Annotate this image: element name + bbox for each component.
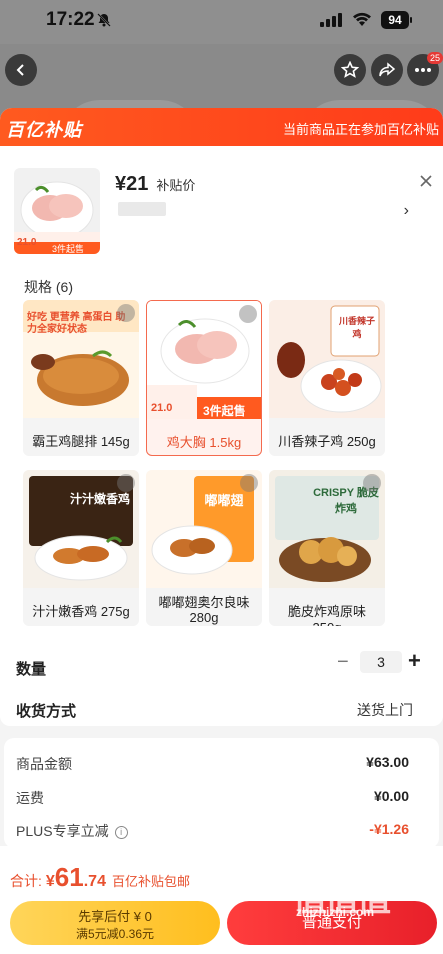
spec-option[interactable]: 好吃 更营养 高蛋白 助力全家好状态 霸王鸡腿排 145g [23,300,139,456]
pay-later-line2: 满5元减0.36元 [75,927,155,941]
spec-option[interactable]: CRISPY 脆皮炸鸡 脆皮炸鸡原味 250g [269,470,385,626]
thumb-badge-text: 3件起售 [52,244,85,254]
bell-muted-icon [97,13,111,27]
message-count-badge: 25 [427,52,443,64]
total-label: 合计: [10,873,42,889]
expand-icon[interactable] [240,474,258,492]
battery-indicator: 94 [381,11,409,29]
bill-row-plus-discount: PLUS专享立减 i -¥1.26 [16,821,429,843]
freight-value: ¥0.00 [373,788,409,804]
plus-discount-value: -¥1.26 [369,821,409,837]
spec-promo-text: 川香辣子鸡 [338,316,375,339]
close-icon[interactable] [419,174,433,188]
plus-discount-label: PLUS专享立减 [16,823,109,839]
product-options-card: 21.0 3件起售 ¥21 补贴价 › 规格 (6) 好吃 更营养 高蛋白 助力… [0,146,443,726]
goods-amount-value: ¥63.00 [366,754,409,770]
quantity-decrease-button[interactable]: − [337,651,349,674]
plus-discount-label-wrap: PLUS专享立减 i [16,821,128,841]
spec-promo-text: 汁汁嫩香鸡 [69,492,130,506]
spec-option[interactable]: 川香辣子鸡 川香辣子鸡 250g [269,300,385,456]
subsidy-note: 当前商品正在参加百亿补贴 [282,122,439,137]
subsidy-logo: 百亿补贴 [6,120,82,140]
spec-promo-text: 3件起售 [203,404,246,418]
shipping-method-value[interactable]: 送货上门 [357,700,413,720]
spec-price-badge: 21.0 [151,402,173,414]
status-bar: 17:22 94 [0,0,443,44]
shipping-method-label: 收货方式 [16,703,77,720]
cellular-signal-icon [320,13,342,27]
price-row: ¥21 补贴价 [115,173,195,196]
battery-tip [410,17,412,23]
star-icon [341,61,359,78]
subsidy-price: ¥21 [115,173,149,195]
favorite-button[interactable] [334,54,366,86]
purchase-sheet: 百亿补贴 当前商品正在参加百亿补贴 21.0 3件起售 ¥21 补贴价 › 规格… [0,108,443,954]
more-dots-icon [415,68,431,72]
spec-label: 脆皮炸鸡原味 250g [287,604,366,626]
spec-label: 鸡大胸 1.5kg [166,435,242,450]
spec-option-selected[interactable]: 21.0 3件起售 鸡大胸 1.5kg [146,300,262,456]
info-icon[interactable]: i [114,826,128,839]
goods-amount-label: 商品金额 [16,756,72,772]
quantity-input[interactable]: 3 [360,651,402,673]
status-time: 17:22 [46,9,95,30]
share-arrow-icon [379,62,396,77]
total-amount-decimal: .74 [83,873,106,890]
share-button[interactable] [371,54,403,86]
total-note: 百亿补贴包邮 [111,874,190,889]
chevron-right-icon[interactable]: › [404,202,409,220]
total-currency: ¥ [45,873,55,890]
total-amount-integer: 61 [54,862,84,892]
spec-label: 霸王鸡腿排 145g [32,434,130,449]
blurred-text-placeholder [118,202,166,216]
thumb-badge-price: 21.0 [17,237,37,248]
spec-option[interactable]: 嘟嘟翅 嘟嘟翅奥尔良味 280g [146,470,262,626]
expand-icon[interactable] [117,474,135,492]
bill-row-goods: 商品金额 ¥63.00 [16,754,429,776]
chevron-left-icon [16,64,24,76]
price-tag: 补贴价 [156,178,196,193]
quantity-label: 数量 [16,661,47,678]
pay-later-button[interactable]: 先享后付 ¥ 0 满5元减0.36元 [10,901,220,945]
product-nav-bar: 25 [0,44,443,150]
total-row: 合计: ¥ 61 .74 百亿补贴包邮 [10,862,190,893]
watermark-site: zhizhizhi.com [296,905,374,919]
quantity-increase-button[interactable]: + [408,648,421,674]
freight-label: 运费 [16,790,44,806]
expand-icon[interactable] [363,474,381,492]
spec-label: 川香辣子鸡 250g [278,434,376,449]
back-button[interactable] [5,54,37,86]
spec-section-title: 规格 (6) [24,279,73,295]
expand-icon[interactable] [117,304,135,322]
spec-option[interactable]: 汁汁嫩香鸡 汁汁嫩香鸡 275g [23,470,139,626]
wifi-icon [353,12,371,26]
pay-later-line1: 先享后付 ¥ 0 [78,909,152,924]
subsidy-banner: 百亿补贴 当前商品正在参加百亿补贴 [0,108,443,146]
expand-icon[interactable] [239,305,257,323]
bill-summary-card: 商品金额 ¥63.00 运费 ¥0.00 PLUS专享立减 i -¥1.26 [4,738,439,848]
bill-row-freight: 运费 ¥0.00 [16,788,429,810]
product-thumbnail[interactable]: 21.0 3件起售 [14,168,100,254]
spec-label: 汁汁嫩香鸡 275g [32,604,130,619]
spec-label: 嘟嘟翅奥尔良味 280g [158,595,250,625]
spec-promo-text: 嘟嘟翅 [204,493,244,508]
